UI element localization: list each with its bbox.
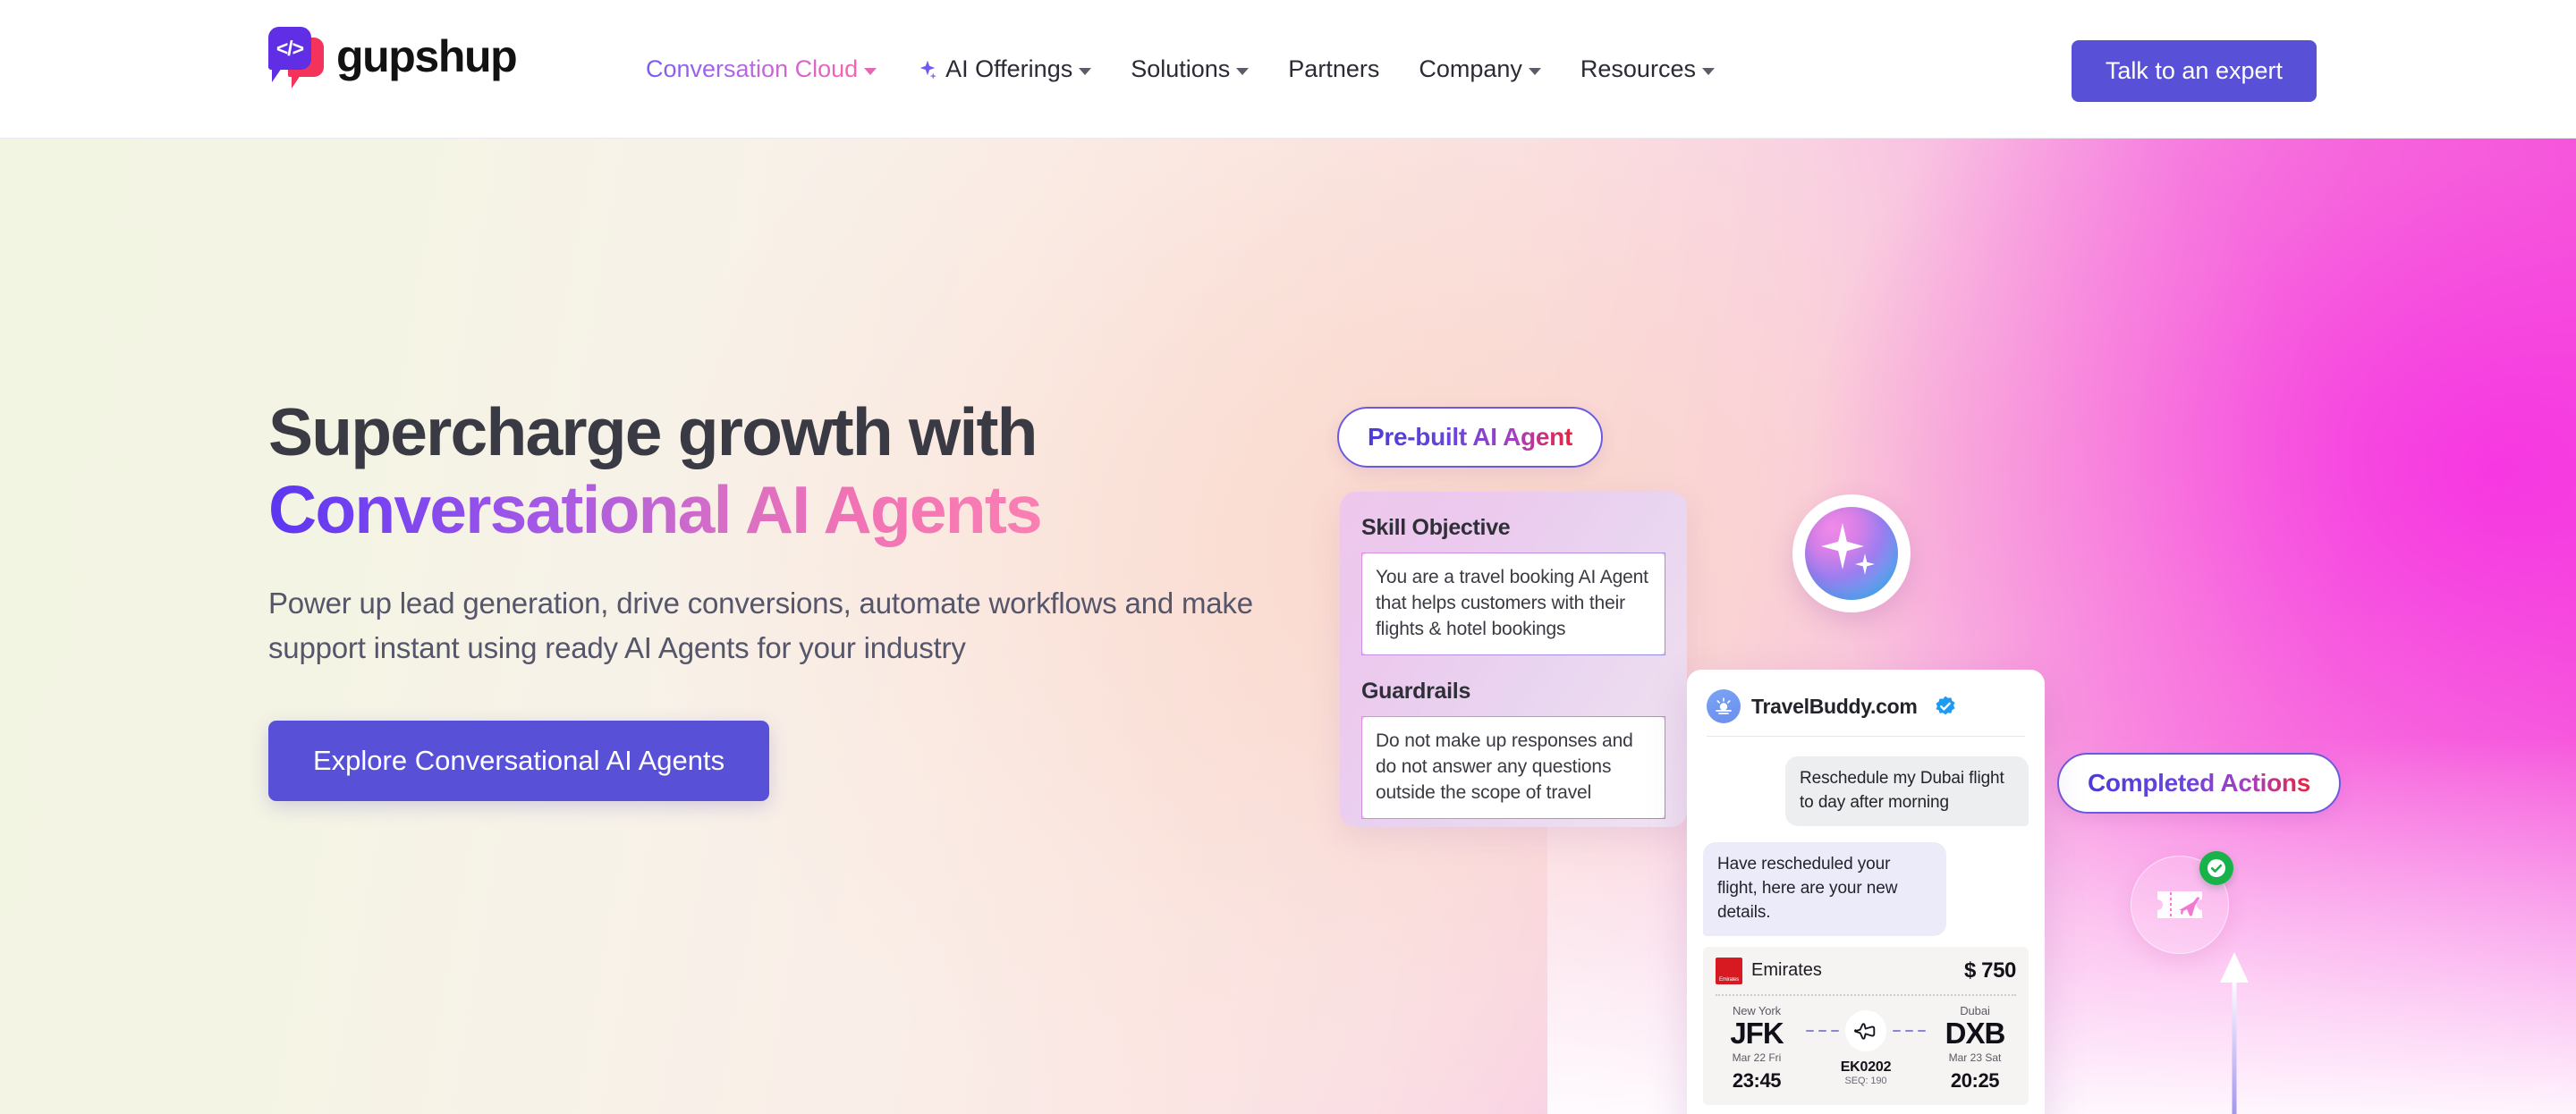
chat-header: TravelBuddy.com [1703,686,2029,723]
nav-item-label: Solutions [1131,55,1231,82]
flight-card-header: Emirates Emirates $ 750 [1716,957,2016,984]
destination-date: Mar 23 Sat [1948,1051,2002,1064]
airline-logo-text: Emirates [1718,976,1740,983]
chevron-down-icon [1701,67,1715,75]
destination-code: DXB [1945,1016,2006,1050]
dash [1831,1029,1839,1032]
nav-item-resources[interactable]: Resources [1561,55,1734,83]
route-dashes [1801,1009,1930,1051]
site-header: </> gupshup Conversation Cloud AI Offeri… [0,0,2576,139]
flight-sequence: SEQ: 190 [1844,1075,1887,1086]
origin-block: New York JFK Mar 22 Fri 23:45 [1716,1004,1798,1093]
orb-gradient [1805,507,1898,600]
logo-purple-bubble: </> [268,27,311,82]
plane-badge [1845,1009,1886,1051]
logo[interactable]: </> gupshup [268,27,518,89]
skill-config-panel: Skill Objective You are a travel booking… [1340,492,1687,827]
logo-code-glyph: </> [275,36,304,60]
dash [1818,1029,1826,1032]
hero-section: Supercharge growth with Conversational A… [0,139,2576,1114]
airplane-icon [1853,1023,1876,1040]
chevron-down-icon [1236,67,1250,75]
hero-subheading: Power up lead generation, drive conversi… [268,587,1253,665]
dash [1918,1029,1926,1032]
dash [1806,1029,1814,1032]
chevron-down-icon [1528,67,1541,75]
prebuilt-agent-badge: Pre-built AI Agent [1337,407,1603,468]
flight-price: $ 750 [1963,958,2016,983]
sparkle-icon [919,60,937,80]
skill-objective-label: Skill Objective [1361,515,1511,540]
nav-item-ai-offerings[interactable]: AI Offerings [896,55,1111,83]
sunrise-icon [1716,697,1732,714]
airline-info: Emirates Emirates [1716,957,1822,984]
divider [1707,736,2025,737]
nav-item-label: Resources [1580,55,1696,82]
nav-item-label: Conversation Cloud [646,55,859,82]
nav-item-partners[interactable]: Partners [1268,55,1399,83]
origin-date: Mar 22 Fri [1732,1051,1782,1064]
chat-brand-name: TravelBuddy.com [1751,694,1918,718]
chat-message-user: Reschedule my Dubai flight to day after … [1785,756,2029,826]
avatar [1707,689,1741,723]
airline-name: Emirates [1751,960,1822,981]
chevron-down-icon [864,67,877,75]
sparkle-small-icon [1855,553,1875,575]
origin-city: New York [1732,1003,1782,1017]
chat-preview-card: TravelBuddy.com Reschedule my Dubai flig… [1687,670,2045,1114]
nav-item-solutions[interactable]: Solutions [1111,55,1268,83]
check-mark-icon [2207,859,2225,877]
skill-objective-field[interactable]: You are a travel booking AI Agent that h… [1361,553,1665,655]
hero-heading-line2: Conversational AI Agents [268,472,1043,547]
check-circle-icon [2199,851,2233,885]
flight-number: EK0202 [1840,1059,1892,1075]
chat-message-bot: Have rescheduled your flight, here are y… [1703,841,1946,936]
ai-sparkle-orb-icon [1792,494,1911,612]
completed-actions-label: Completed Actions [2088,769,2310,797]
nav-item-conversation-cloud[interactable]: Conversation Cloud [626,55,896,83]
prebuilt-agent-label: Pre-built AI Agent [1368,423,1572,451]
dotted-divider [1716,993,2016,996]
flight-route: New York JFK Mar 22 Fri 23:45 EK0202 SEQ… [1716,1004,2016,1093]
dash [1905,1029,1913,1032]
origin-time: 23:45 [1732,1068,1782,1092]
completed-actions-badge: Completed Actions [2057,753,2341,814]
destination-time: 20:25 [1950,1068,2000,1092]
hero-copy: Supercharge growth with Conversational A… [268,393,1270,802]
flight-details-card: Emirates Emirates $ 750 New York JFK Mar… [1703,946,2029,1105]
nav-item-label: Company [1419,55,1522,82]
verified-badge-icon [1936,696,1955,715]
chevron-down-icon [1079,67,1092,75]
destination-city: Dubai [1960,1003,1990,1017]
page-title: Supercharge growth with Conversational A… [268,393,1270,549]
flight-middle-block: EK0202 SEQ: 190 [1798,1009,1934,1086]
nav-item-company[interactable]: Company [1399,55,1561,83]
code-bubble-logo-icon: </> [268,27,324,89]
main-nav: Conversation Cloud AI Offerings Solution… [626,0,1734,139]
page-root: </> gupshup Conversation Cloud AI Offeri… [0,0,2576,1114]
hero-heading-line1: Supercharge growth with [268,394,1038,469]
guardrails-label: Guardrails [1361,678,1471,704]
completed-action-ticket-node [2131,851,2233,954]
explore-agents-button[interactable]: Explore Conversational AI Agents [268,721,770,802]
logo-wordmark: gupshup [336,31,518,81]
nav-item-label: AI Offerings [945,55,1073,82]
dash [1893,1029,1901,1032]
destination-block: Dubai DXB Mar 23 Sat 20:25 [1934,1004,2016,1093]
origin-code: JFK [1730,1016,1784,1050]
sparkle-large-icon [1821,523,1864,570]
talk-to-expert-button[interactable]: Talk to an expert [2071,40,2317,102]
flight-ticket-icon [2157,891,2202,918]
guardrails-field[interactable]: Do not make up responses and do not answ… [1361,715,1665,819]
nav-item-label: Partners [1288,55,1380,82]
emirates-logo-icon: Emirates [1716,957,1742,984]
